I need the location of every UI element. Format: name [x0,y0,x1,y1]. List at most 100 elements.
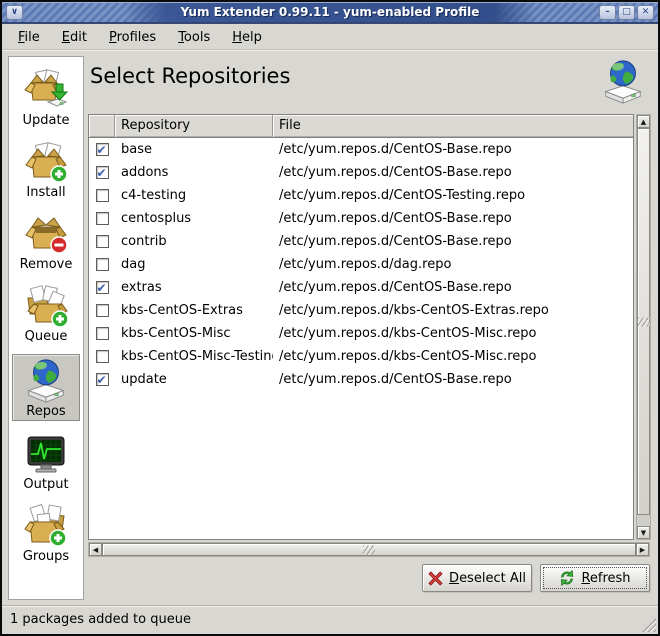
repo-name: c4-testing [115,184,273,207]
repo-name: addons [115,161,273,184]
menu-file[interactable]: File [8,28,50,47]
sidebar: Update Install [8,56,84,600]
table-row[interactable]: ✔ extras /etc/yum.repos.d/CentOS-Base.re… [89,276,633,299]
page-title: Select Repositories [90,64,290,88]
maximize-icon: □ [622,7,631,17]
repo-file: /etc/yum.repos.d/CentOS-Base.repo [273,276,633,299]
chevron-down-icon: ∨ [11,7,18,17]
sidebar-item-groups[interactable]: Groups [12,502,80,565]
repo-checkbox[interactable]: ✔ [96,373,109,386]
repo-checkbox[interactable]: ✔ [96,143,109,156]
repo-file: /etc/yum.repos.d/kbs-CentOS-Extras.repo [273,299,633,322]
scroll-down-button[interactable]: ▼ [637,526,650,539]
sidebar-item-label: Repos [26,404,65,419]
groups-box-icon [24,504,68,548]
maximize-button[interactable]: □ [618,5,635,20]
column-header-file[interactable]: File [273,115,633,137]
grip-icon [638,317,650,326]
deselect-all-button[interactable]: Deselect All [422,564,532,592]
repo-checkbox[interactable]: ✔ [96,281,109,294]
scroll-left-button[interactable]: ◀ [89,543,102,556]
table-header: Repository File [89,115,633,138]
table-row[interactable]: ✔ centosplus /etc/yum.repos.d/CentOS-Bas… [89,207,633,230]
sidebar-item-install[interactable]: Install [12,138,80,201]
repo-globe-icon [23,357,69,403]
scroll-up-button[interactable]: ▲ [637,115,650,128]
sidebar-item-repos[interactable]: Repos [12,354,80,421]
repo-checkbox[interactable]: ✔ [96,212,109,225]
table-row[interactable]: ✔ kbs-CentOS-Misc-Testing /etc/yum.repos… [89,345,633,368]
sidebar-item-label: Queue [25,329,68,344]
repo-checkbox[interactable]: ✔ [96,258,109,271]
sidebar-item-label: Remove [20,257,73,272]
menu-profiles[interactable]: Profiles [99,28,166,47]
vertical-scrollbar[interactable]: ▲ ▼ [636,114,651,540]
table-row[interactable]: ✔ kbs-CentOS-Extras /etc/yum.repos.d/kbs… [89,299,633,322]
repo-file: /etc/yum.repos.d/CentOS-Base.repo [273,161,633,184]
menu-help[interactable]: Help [222,28,272,47]
horizontal-scrollbar[interactable]: ◀ ▶ [88,542,650,557]
table-row[interactable]: ✔ update /etc/yum.repos.d/CentOS-Base.re… [89,368,633,391]
minimize-icon: – [605,7,610,17]
repo-file: /etc/yum.repos.d/CentOS-Base.repo [273,138,633,161]
check-icon: ✔ [97,277,107,300]
repo-name: centosplus [115,207,273,230]
table-row[interactable]: ✔ c4-testing /etc/yum.repos.d/CentOS-Tes… [89,184,633,207]
menu-tools[interactable]: Tools [168,28,220,47]
table-row[interactable]: ✔ contrib /etc/yum.repos.d/CentOS-Base.r… [89,230,633,253]
statusbar: 1 packages added to queue [2,605,658,634]
install-box-icon [24,140,68,184]
table-row[interactable]: ✔ base /etc/yum.repos.d/CentOS-Base.repo [89,138,633,161]
repo-checkbox[interactable]: ✔ [96,350,109,363]
table-row[interactable]: ✔ addons /etc/yum.repos.d/CentOS-Base.re… [89,161,633,184]
refresh-label: Refresh [581,571,630,586]
titlebar: ∨ Yum Extender 0.99.11 - yum-enabled Pro… [2,2,658,24]
sidebar-item-output[interactable]: Output [12,430,80,493]
repo-name: contrib [115,230,273,253]
scroll-right-button[interactable]: ▶ [636,543,649,556]
status-text: 1 packages added to queue [10,612,191,627]
queue-box-icon [24,284,68,328]
update-box-icon [24,68,68,112]
refresh-button[interactable]: Refresh [540,564,650,592]
repo-name: extras [115,276,273,299]
minimize-button[interactable]: – [599,5,616,20]
repo-file: /etc/yum.repos.d/CentOS-Base.repo [273,230,633,253]
repo-file: /etc/yum.repos.d/kbs-CentOS-Misc.repo [273,322,633,345]
column-header-checkbox[interactable] [89,115,115,137]
sidebar-item-remove[interactable]: Remove [12,210,80,273]
repo-name: kbs-CentOS-Misc-Testing [115,345,273,368]
remove-box-icon [24,212,68,256]
repo-checkbox[interactable]: ✔ [96,166,109,179]
menu-edit[interactable]: Edit [52,28,97,47]
sidebar-item-queue[interactable]: Queue [12,282,80,345]
repository-table: Repository File ✔ base /etc/yum.repos.d/… [88,114,650,556]
arrow-down-icon: ▼ [641,529,646,537]
repo-checkbox[interactable]: ✔ [96,189,109,202]
table-viewport: Repository File ✔ base /etc/yum.repos.d/… [88,114,634,540]
window-title: Yum Extender 0.99.11 - yum-enabled Profi… [125,3,536,22]
repo-checkbox[interactable]: ✔ [96,304,109,317]
repo-name: dag [115,253,273,276]
window-menu-button[interactable]: ∨ [6,5,23,20]
sidebar-item-label: Update [22,113,69,128]
repo-checkbox[interactable]: ✔ [96,235,109,248]
repo-file: /etc/yum.repos.d/CentOS-Base.repo [273,207,633,230]
table-row[interactable]: ✔ kbs-CentOS-Misc /etc/yum.repos.d/kbs-C… [89,322,633,345]
repo-checkbox[interactable]: ✔ [96,327,109,340]
check-icon: ✔ [97,139,107,162]
resize-grip-icon[interactable] [642,618,656,632]
column-header-repository[interactable]: Repository [115,115,273,137]
close-button[interactable]: ✕ [637,5,654,20]
table-row[interactable]: ✔ dag /etc/yum.repos.d/dag.repo [89,253,633,276]
vertical-scrollbar-thumb[interactable] [637,128,650,515]
repo-name: kbs-CentOS-Extras [115,299,273,322]
green-refresh-icon [559,570,575,586]
horizontal-scrollbar-thumb[interactable] [102,543,636,556]
output-monitor-icon [24,432,68,476]
close-icon: ✕ [642,7,650,17]
sidebar-item-update[interactable]: Update [12,66,80,129]
repo-file: /etc/yum.repos.d/CentOS-Base.repo [273,368,633,391]
repo-file: /etc/yum.repos.d/CentOS-Testing.repo [273,184,633,207]
deselect-all-label: Deselect All [449,571,526,586]
